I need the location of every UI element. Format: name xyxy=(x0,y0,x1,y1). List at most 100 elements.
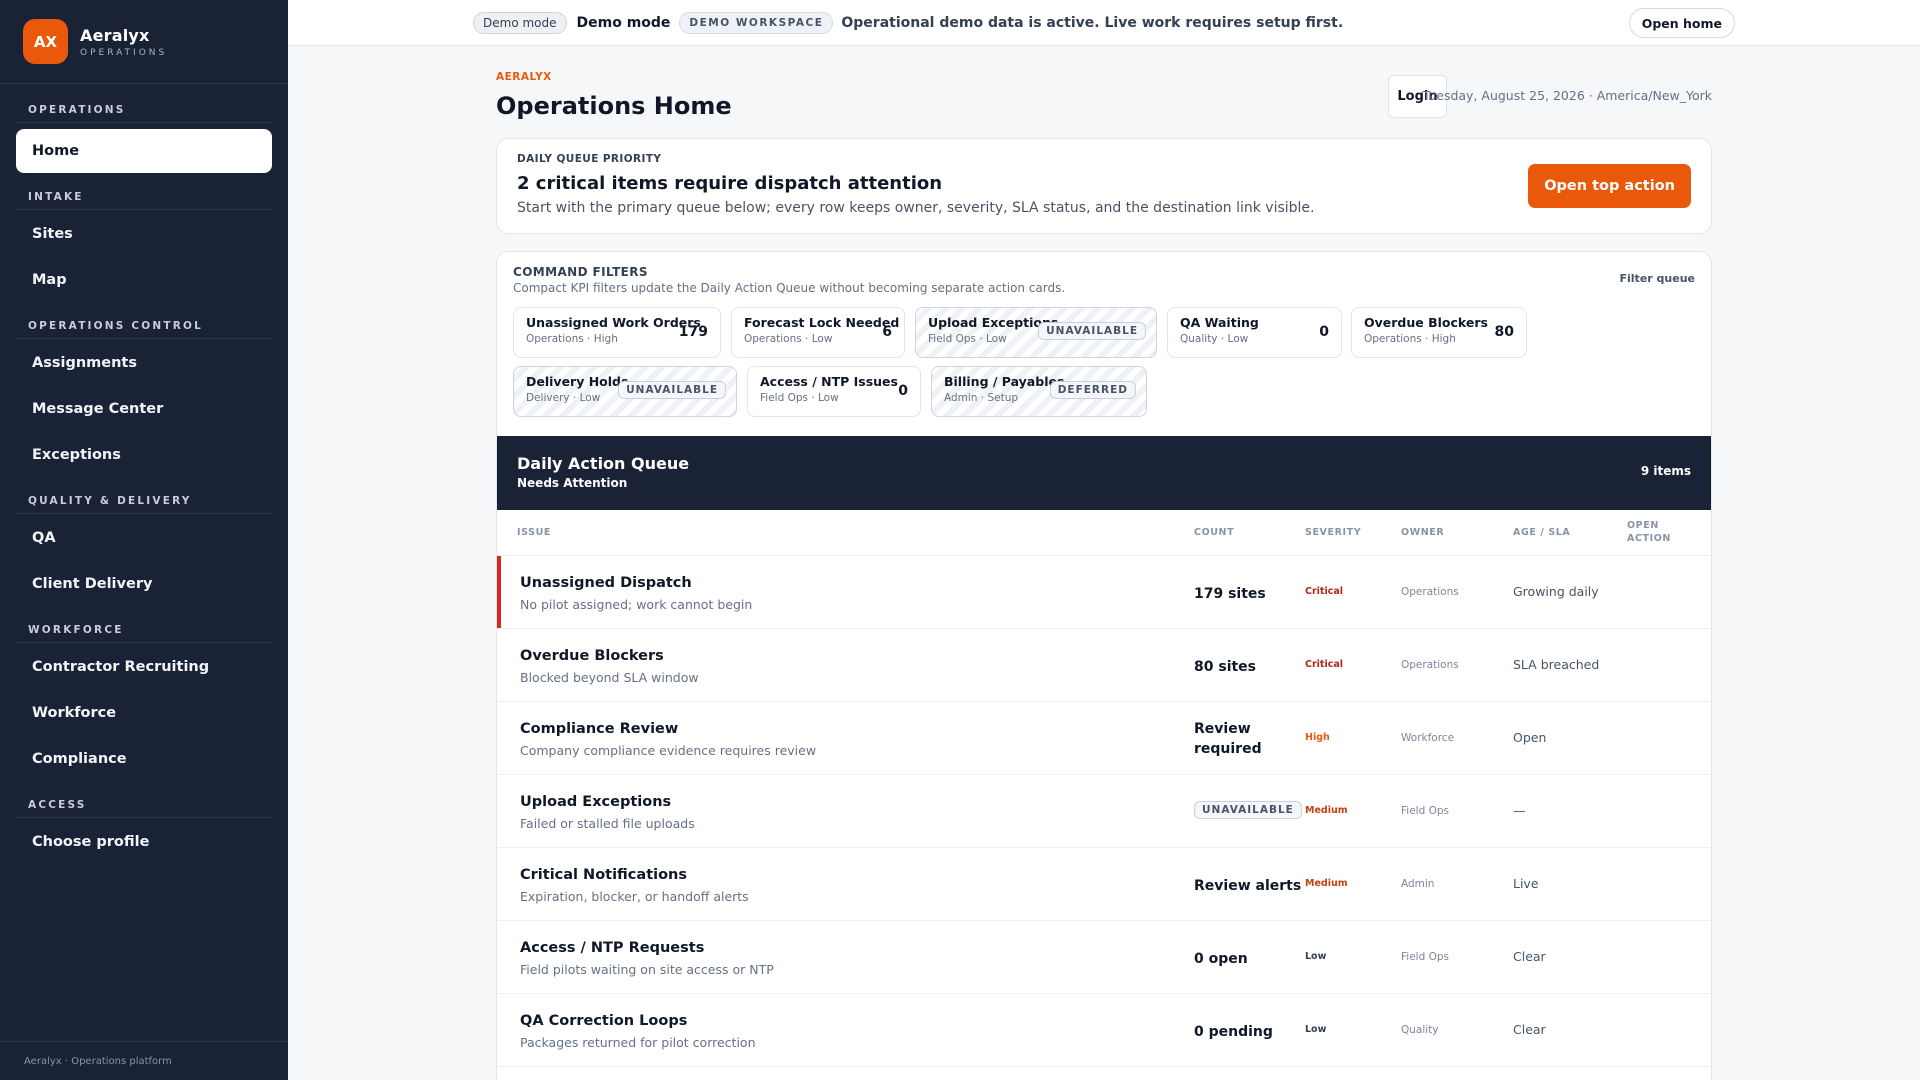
row-owner: Field Ops xyxy=(1401,951,1449,963)
row-sla: SLA breached xyxy=(1513,657,1600,672)
row-subtitle: No pilot assigned; work cannot begin xyxy=(520,597,753,612)
kpi-billing-payables[interactable]: Billing / Payables Admin · Setup DEFERRE… xyxy=(931,366,1147,417)
col-open-action-2: ACTION xyxy=(1627,533,1671,544)
table-row[interactable]: QA Correction Loops Packages returned fo… xyxy=(497,994,1711,1067)
row-count: Review alerts xyxy=(1194,878,1302,894)
col-open-action-1: OPEN xyxy=(1627,520,1659,531)
kpi-name: Overdue Blockers xyxy=(1364,315,1488,330)
kpi-value: 80 xyxy=(1494,324,1514,340)
table-row[interactable]: Access / NTP Requests Field pilots waiti… xyxy=(497,921,1711,994)
row-count: 179 sites xyxy=(1194,586,1266,602)
row-severity: High xyxy=(1305,732,1330,743)
topbar-message: Operational demo data is active. Live wo… xyxy=(841,14,1344,31)
priority-title: 2 critical items require dispatch attent… xyxy=(517,173,943,194)
table-row[interactable]: Compliance Review Company compliance evi… xyxy=(497,702,1711,775)
table-row[interactable]: Upload Exceptions Failed or stalled file… xyxy=(497,775,1711,848)
col-issue: ISSUE xyxy=(517,527,551,538)
sidebar-item-message-center[interactable]: Message Center xyxy=(16,387,272,431)
sidebar-footer: Aeralyx · Operations platform xyxy=(0,1041,288,1080)
sidebar-item-client-delivery[interactable]: Client Delivery xyxy=(16,562,272,606)
row-subtitle: Expiration, blocker, or handoff alerts xyxy=(520,889,749,904)
open-home-button[interactable]: Open home xyxy=(1628,8,1735,38)
row-title: Unassigned Dispatch xyxy=(520,575,692,591)
row-owner: Quality xyxy=(1401,1024,1439,1036)
sidebar-item-compliance[interactable]: Compliance xyxy=(16,737,272,781)
sidebar-item-qa[interactable]: QA xyxy=(16,516,272,560)
col-age-sla: AGE / SLA xyxy=(1513,527,1571,538)
row-severity: Critical xyxy=(1305,586,1344,597)
priority-label: DAILY QUEUE PRIORITY xyxy=(517,153,662,165)
open-top-action-button[interactable]: Open top action xyxy=(1528,164,1691,208)
sidebar-item-choose-profile[interactable]: Choose profile xyxy=(16,820,272,864)
filters-label: COMMAND FILTERS xyxy=(513,265,648,279)
row-sla: — xyxy=(1513,803,1526,818)
kpi-meta: Quality · Low xyxy=(1180,333,1249,345)
filters-description: Compact KPI filters update the Daily Act… xyxy=(513,281,1066,295)
row-count: 80 sites xyxy=(1194,659,1257,675)
priority-card: DAILY QUEUE PRIORITY 2 critical items re… xyxy=(496,138,1712,234)
sidebar-item-contractor-recruiting[interactable]: Contractor Recruiting xyxy=(16,645,272,689)
daily-action-queue: Daily Action Queue Needs Attention 9 ite… xyxy=(496,436,1712,1080)
row-owner: Operations xyxy=(1401,586,1459,598)
col-count: COUNT xyxy=(1194,527,1235,538)
kpi-status-badge: DEFERRED xyxy=(1049,381,1136,399)
kpi-forecast-lock-needed[interactable]: Forecast Lock Needed Operations · Low 6 xyxy=(731,307,905,358)
row-subtitle: Company compliance evidence requires rev… xyxy=(520,743,817,758)
row-severity: Medium xyxy=(1305,805,1348,816)
kpi-meta: Operations · Low xyxy=(744,333,833,345)
kpi-value: 0 xyxy=(898,383,908,399)
queue-item-count: 9 items xyxy=(1640,464,1691,478)
kpi-delivery-holds[interactable]: Delivery Holds Delivery · Low UNAVAILABL… xyxy=(513,366,737,417)
row-severity: Critical xyxy=(1305,659,1344,670)
row-title: Access / NTP Requests xyxy=(520,940,705,956)
row-subtitle: Failed or stalled file uploads xyxy=(520,816,695,831)
row-sla: Clear xyxy=(1513,949,1546,964)
row-owner: Admin xyxy=(1401,878,1435,890)
row-count: Review required xyxy=(1194,721,1262,757)
kpi-upload-exceptions[interactable]: Upload Exceptions Field Ops · Low UNAVAI… xyxy=(915,307,1157,358)
row-sla: Growing daily xyxy=(1513,584,1599,599)
row-subtitle: Field pilots waiting on site access or N… xyxy=(520,962,774,977)
col-owner: OWNER xyxy=(1401,527,1445,538)
queue-subtitle: Needs Attention xyxy=(517,476,628,490)
row-title: QA Correction Loops xyxy=(520,1013,688,1029)
sidebar-item-home[interactable]: Home xyxy=(16,129,272,173)
kpi-value: 6 xyxy=(882,324,892,340)
kpi-qa-waiting[interactable]: QA Waiting Quality · Low 0 xyxy=(1167,307,1342,358)
row-count: 0 open xyxy=(1194,951,1248,967)
nav-heading-operations-control: OPERATIONS CONTROL xyxy=(16,314,272,339)
table-row[interactable]: Critical Notifications Expiration, block… xyxy=(497,848,1711,921)
demo-mode-chip: Demo mode xyxy=(473,11,567,34)
kpi-meta: Operations · High xyxy=(1364,333,1456,345)
kpi-value: 179 xyxy=(678,324,708,340)
topbar-title: Demo mode xyxy=(576,14,671,31)
kpi-unassigned-work-orders[interactable]: Unassigned Work Orders Operations · High… xyxy=(513,307,721,358)
row-title: Critical Notifications xyxy=(520,867,688,883)
row-severity: Medium xyxy=(1305,878,1348,889)
sidebar-item-exceptions[interactable]: Exceptions xyxy=(16,433,272,477)
sidebar-item-assignments[interactable]: Assignments xyxy=(16,341,272,385)
sidebar-item-workforce[interactable]: Workforce xyxy=(16,691,272,735)
col-severity: SEVERITY xyxy=(1305,527,1362,538)
row-title: Upload Exceptions xyxy=(520,794,672,810)
row-sla: Live xyxy=(1513,876,1539,891)
row-title: Compliance Review xyxy=(520,721,679,737)
kpi-name: Access / NTP Issues xyxy=(760,374,898,389)
row-title: Overdue Blockers xyxy=(520,648,664,664)
row-owner: Operations xyxy=(1401,659,1459,671)
sidebar-item-map[interactable]: Map xyxy=(16,258,272,302)
kpi-overdue-blockers[interactable]: Overdue Blockers Operations · High 80 xyxy=(1351,307,1527,358)
filter-queue-link[interactable]: Filter queue xyxy=(1620,272,1696,285)
brand-logo: AX xyxy=(23,19,68,64)
sidebar-item-sites[interactable]: Sites xyxy=(16,212,272,256)
kpi-value: 0 xyxy=(1319,324,1329,340)
queue-header: Daily Action Queue Needs Attention 9 ite… xyxy=(497,436,1711,510)
table-row[interactable]: Unassigned Dispatch No pilot assigned; w… xyxy=(497,556,1711,629)
row-sla: Clear xyxy=(1513,1022,1546,1037)
kpi-access-ntp-issues[interactable]: Access / NTP Issues Field Ops · Low 0 xyxy=(747,366,921,417)
sidebar: AX Aeralyx OPERATIONS OPERATIONS Home IN… xyxy=(0,0,288,1080)
brand[interactable]: AX Aeralyx OPERATIONS xyxy=(0,0,288,84)
table-row[interactable]: Overdue Blockers Blocked beyond SLA wind… xyxy=(497,629,1711,702)
page-title: Operations Home xyxy=(496,92,732,120)
workspace-chip: DEMO WORKSPACE xyxy=(679,11,834,34)
